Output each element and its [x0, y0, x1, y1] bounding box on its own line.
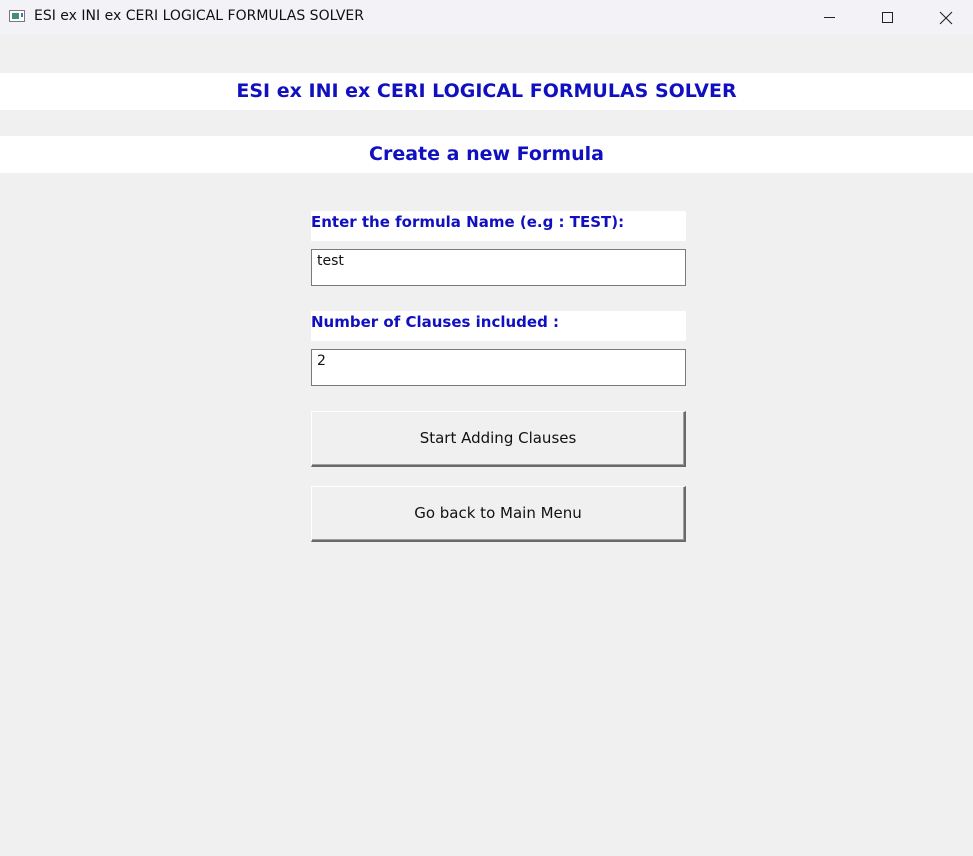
close-icon — [939, 11, 953, 25]
minimize-button[interactable] — [801, 0, 859, 35]
clauses-count-label: Number of Clauses included : — [311, 311, 686, 341]
window-titlebar: ESI ex INI ex CERI LOGICAL FORMULAS SOLV… — [0, 0, 973, 35]
back-to-main-menu-button[interactable]: Go back to Main Menu — [311, 486, 686, 542]
app-title-banner: ESI ex INI ex CERI LOGICAL FORMULAS SOLV… — [0, 73, 973, 110]
window-title: ESI ex INI ex CERI LOGICAL FORMULAS SOLV… — [34, 8, 365, 24]
close-button[interactable] — [917, 0, 973, 35]
clauses-count-input[interactable] — [311, 349, 686, 386]
minimize-icon — [824, 17, 835, 18]
app-window-icon — [9, 10, 25, 22]
start-adding-clauses-button[interactable]: Start Adding Clauses — [311, 411, 686, 467]
maximize-icon — [882, 12, 893, 23]
formula-name-label: Enter the formula Name (e.g : TEST): — [311, 211, 686, 241]
page-subtitle: Create a new Formula — [0, 136, 973, 173]
maximize-button[interactable] — [859, 0, 917, 35]
formula-name-input[interactable] — [311, 249, 686, 286]
